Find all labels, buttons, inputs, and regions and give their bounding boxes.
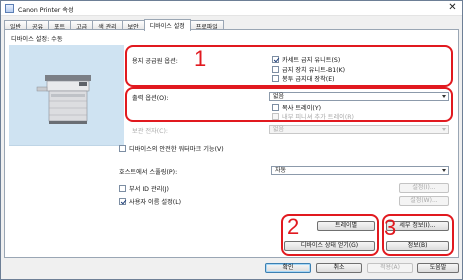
dropdown-arrow-icon [442,169,446,172]
checkbox-checked-icon [119,198,126,205]
device-image [9,45,124,145]
user-settings-button[interactable]: 설정(W)... [399,196,449,206]
spooling-label: 호스트에서 스풀링(P): [119,169,178,176]
checkbox-icon [119,145,126,152]
printer-illustration-icon [36,75,91,124]
dept-id-settings-button[interactable]: 설정(I)... [399,183,449,193]
printer-icon [5,4,14,13]
title-bar: Canon Printer 속성 ✕ [1,1,462,16]
callout-number-1: 1 [194,46,207,71]
secure-watermark-checkbox[interactable]: 디바이스의 안전한 워터마크 기능(V) [119,144,224,153]
device-status-label: 디바이스 설정: 수동 [11,36,63,43]
callout-number-3: 3 [384,215,397,240]
callout-box-1 [125,45,453,87]
callout-box-1b [125,87,453,122]
cancel-button[interactable]: 취소 [316,263,362,273]
close-button[interactable]: ✕ [447,3,458,14]
window-title: Canon Printer 속성 [18,7,74,14]
storage-label: 보관 전자(C): [132,128,168,135]
dropdown-arrow-icon [442,128,446,131]
checkbox-icon [119,185,126,192]
spooling-select[interactable]: 자동 [271,166,449,175]
divider [9,145,124,146]
help-button[interactable]: 도움말 [417,263,459,273]
user-name-settings-checkbox[interactable]: 사용자 이름 설정(L) [119,197,181,206]
dept-id-checkbox[interactable]: 부서 ID 관리(J) [119,184,169,193]
apply-button[interactable]: 적용(A) [367,263,413,273]
tab-device-settings[interactable]: 디바이스 설정 [143,19,191,31]
callout-number-2: 2 [287,214,300,239]
printer-properties-window: Canon Printer 속성 ✕ 일반 공유 포트 고급 색 관리 보안 디… [0,0,463,280]
storage-select[interactable]: 없음 [269,125,449,134]
ok-button[interactable]: 확인 [265,263,311,273]
